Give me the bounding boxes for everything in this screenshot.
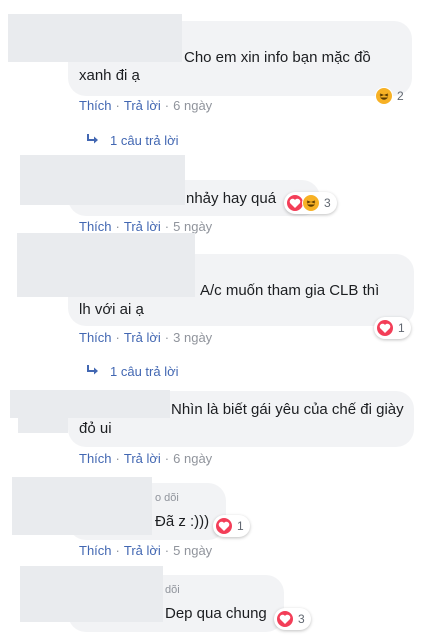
view-replies-label[interactable]: 1 câu trả lời: [110, 133, 179, 148]
comment-actions: Thích · Trả lời · 3 ngày: [79, 330, 213, 345]
comment-text: nhảy hay quá: [186, 190, 277, 207]
follow-label: dõi: [165, 584, 180, 596]
like-link[interactable]: Thích: [79, 543, 112, 558]
follow-label: o dõi: [155, 492, 179, 504]
comment-text: lh với ai ạ: [79, 301, 144, 318]
reply-arrow-icon: [86, 133, 102, 148]
reaction-count: 1: [237, 519, 244, 533]
redacted-author-name: [10, 390, 170, 418]
reaction-count: 3: [298, 612, 305, 626]
reaction-summary[interactable]: 3: [284, 192, 337, 214]
heart-icon: [376, 319, 394, 337]
timestamp[interactable]: 5 ngày: [173, 219, 212, 234]
like-link[interactable]: Thích: [79, 330, 112, 345]
reply-link[interactable]: Trả lời: [124, 451, 161, 466]
comment-actions: Thích · Trả lời · 6 ngày: [79, 98, 213, 113]
reaction-count: 2: [397, 89, 404, 103]
timestamp[interactable]: 6 ngày: [173, 98, 212, 113]
comment-text: xanh đi ạ: [79, 67, 140, 84]
reply-link[interactable]: Trả lời: [124, 98, 161, 113]
reaction-summary[interactable]: 2: [373, 85, 410, 107]
comment-text: Đã z :))): [155, 513, 210, 530]
redacted-author-name: [20, 155, 185, 205]
comment-text: đỏ ui: [79, 420, 112, 437]
haha-icon: [302, 194, 320, 212]
comment-actions: Thích · Trả lời · 5 ngày: [79, 543, 213, 558]
comment-actions: Thích · Trả lời · 6 ngày: [79, 451, 213, 466]
view-replies-link[interactable]: 1 câu trả lời: [86, 364, 179, 379]
redacted-author-name: [17, 233, 195, 297]
heart-icon: [215, 517, 233, 535]
reaction-summary[interactable]: 1: [213, 515, 250, 537]
redacted-author-name: [12, 477, 152, 535]
reply-arrow-icon: [86, 364, 102, 379]
comment-text: Dep qua chung: [165, 605, 267, 622]
redacted-author-name: [18, 415, 68, 433]
reply-link[interactable]: Trả lời: [124, 219, 161, 234]
redacted-author-name: [20, 566, 163, 622]
comment-actions: Thích · Trả lời · 5 ngày: [79, 219, 213, 234]
comment-text: A/c muốn tham gia CLB thì: [200, 282, 380, 299]
like-link[interactable]: Thích: [79, 219, 112, 234]
view-replies-link[interactable]: 1 câu trả lời: [86, 133, 179, 148]
heart-icon: [276, 610, 294, 628]
redacted-author-name: [8, 14, 182, 62]
comment-text: Cho em xin info bạn mặc đồ: [184, 49, 371, 66]
like-link[interactable]: Thích: [79, 451, 112, 466]
reaction-count: 3: [324, 196, 331, 210]
view-replies-label[interactable]: 1 câu trả lời: [110, 364, 179, 379]
haha-icon: [375, 87, 393, 105]
timestamp[interactable]: 6 ngày: [173, 451, 212, 466]
reaction-summary[interactable]: 1: [374, 317, 411, 339]
like-link[interactable]: Thích: [79, 98, 112, 113]
reaction-count: 1: [398, 321, 405, 335]
reaction-summary[interactable]: 3: [274, 608, 311, 630]
timestamp[interactable]: 3 ngày: [173, 330, 212, 345]
comment-text: Nhìn là biết gái yêu của chế đi giày: [171, 401, 404, 418]
timestamp[interactable]: 5 ngày: [173, 543, 212, 558]
reply-link[interactable]: Trả lời: [124, 330, 161, 345]
reply-link[interactable]: Trả lời: [124, 543, 161, 558]
